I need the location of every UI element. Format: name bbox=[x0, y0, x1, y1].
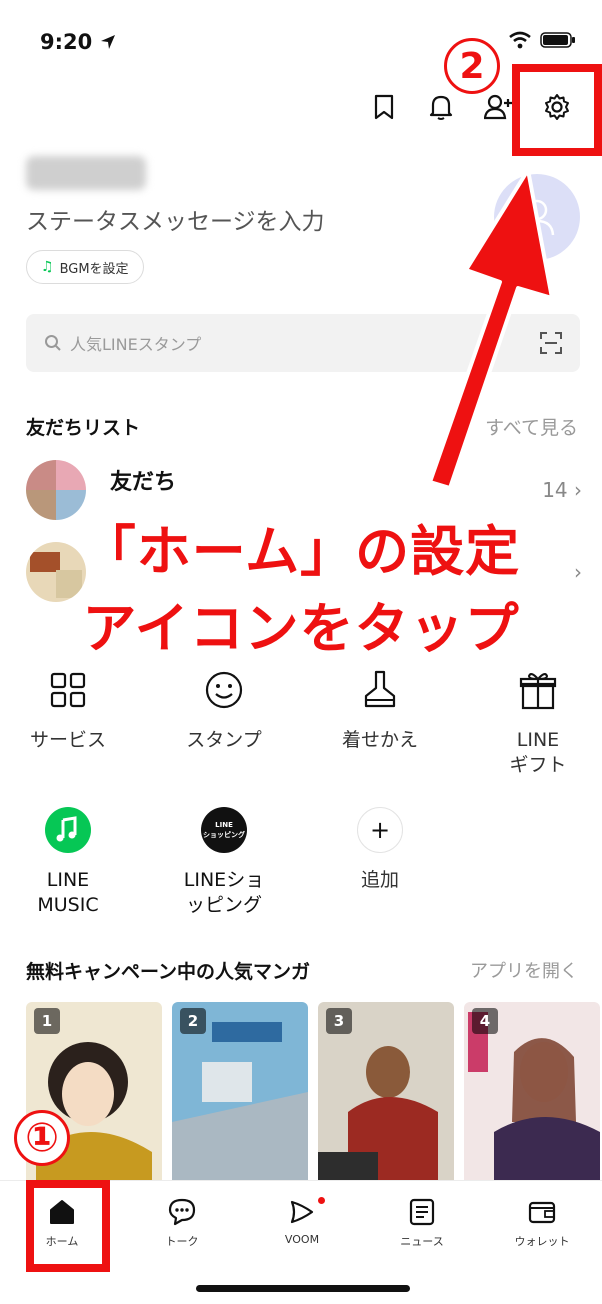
step-marker-1: ① bbox=[14, 1110, 70, 1166]
step-marker-2: 2 bbox=[444, 38, 500, 94]
annotation-arrow bbox=[428, 168, 554, 490]
